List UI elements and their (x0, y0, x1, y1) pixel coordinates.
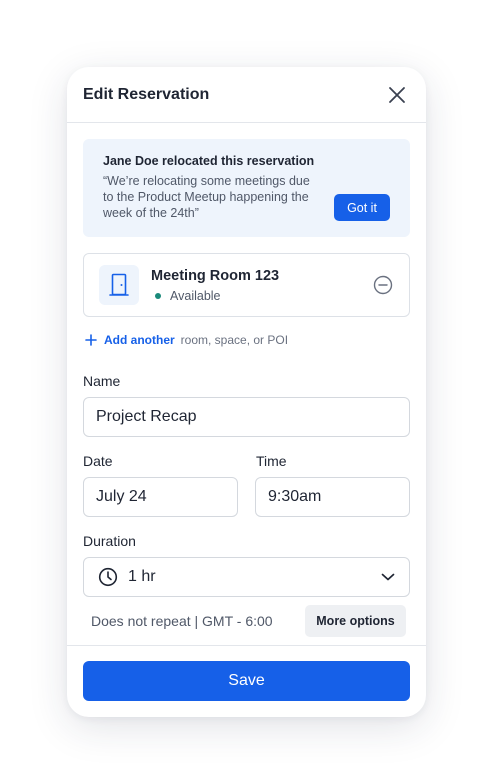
remove-room-button[interactable] (372, 274, 394, 296)
chevron-down-icon (381, 573, 395, 581)
status-dot (155, 292, 161, 299)
room-info: Meeting Room 123 Available (151, 268, 372, 303)
notice-message: “We’re relocating some meetings due to t… (103, 174, 310, 220)
more-options-button[interactable]: More options (305, 605, 406, 637)
door-icon (109, 273, 129, 296)
duration-value: 1 hr (128, 568, 156, 585)
name-input[interactable]: Project Recap (83, 397, 410, 437)
room-icon-container (99, 265, 139, 305)
repeat-summary: Does not repeat | GMT - 6:00 (91, 613, 273, 629)
add-another-row: Add another room, space, or POI (85, 333, 288, 347)
clock-icon (98, 567, 118, 587)
plus-icon (85, 334, 97, 346)
add-another-hint: room, space, or POI (180, 333, 289, 347)
repeat-row: Does not repeat | GMT - 6:00 More option… (91, 605, 406, 637)
got-it-button[interactable]: Got it (334, 194, 390, 221)
time-input[interactable]: 9:30am (255, 477, 410, 517)
duration-label: Duration (83, 533, 136, 549)
date-input[interactable]: July 24 (83, 477, 238, 517)
room-status-label: Available (170, 288, 221, 303)
room-name: Meeting Room 123 (151, 267, 280, 284)
add-another-link[interactable]: Add another (85, 333, 175, 347)
edit-reservation-dialog: Edit Reservation Jane Doe relocated this… (67, 67, 426, 717)
duration-select[interactable]: 1 hr (83, 557, 410, 597)
close-icon (389, 86, 405, 103)
room-status: Available (151, 289, 372, 303)
time-label: Time (256, 453, 287, 469)
relocation-notice: Jane Doe relocated this reservation “We’… (83, 139, 410, 237)
footer-divider (67, 645, 426, 646)
save-button[interactable]: Save (83, 661, 410, 701)
date-label: Date (83, 453, 113, 469)
room-card: Meeting Room 123 Available (83, 253, 410, 317)
dialog-header: Edit Reservation (67, 67, 426, 123)
name-label: Name (83, 373, 121, 389)
notice-title: Jane Doe relocated this reservation (103, 154, 315, 168)
minus-circle-icon (373, 275, 393, 295)
close-button[interactable] (386, 84, 408, 106)
dialog-title: Edit Reservation (83, 85, 210, 103)
add-another-label: Add another (104, 333, 175, 347)
